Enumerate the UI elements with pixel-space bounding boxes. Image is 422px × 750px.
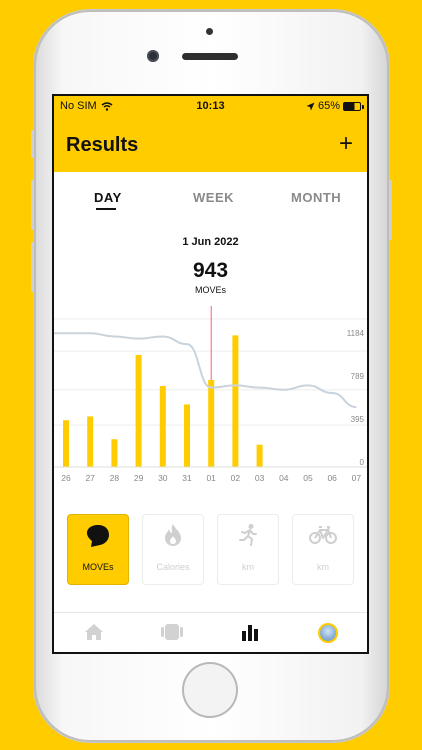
bar <box>232 335 239 467</box>
card-cycling-label: km <box>317 562 329 572</box>
x-tick-label: 04 <box>279 473 289 483</box>
battery-icon <box>343 101 364 111</box>
tabbar-home[interactable] <box>84 623 104 646</box>
selected-value: 943 <box>192 259 229 282</box>
moves-chart[interactable]: 0 395 789 1184 26 27 28 29 30 31 01 02 03 04 05 06 07 <box>54 300 367 490</box>
bar <box>87 416 94 467</box>
x-tick-label: 07 <box>352 473 362 483</box>
app-header: No SIM 10:13 65% Results + <box>54 96 367 172</box>
page-title: Results <box>66 134 139 156</box>
bar <box>208 379 215 467</box>
y-tick-label: 0 <box>360 458 365 467</box>
volume-down-button <box>31 242 34 292</box>
tabbar-profile[interactable] <box>318 623 338 648</box>
bar <box>135 354 142 467</box>
selected-date: 1 Jun 2022 <box>182 236 239 248</box>
x-tick-label: 31 <box>182 473 192 483</box>
card-cycling[interactable]: km <box>292 514 354 585</box>
card-running-label: km <box>242 562 254 572</box>
tab-month[interactable]: MONTH <box>291 190 341 205</box>
mute-switch <box>31 130 34 158</box>
card-running[interactable]: km <box>217 514 279 585</box>
y-tick-label: 395 <box>351 415 365 424</box>
tabbar-device[interactable] <box>161 623 183 646</box>
x-tick-label: 30 <box>158 473 168 483</box>
x-tick-label: 27 <box>85 473 95 483</box>
profile-icon <box>318 623 338 643</box>
home-icon <box>85 624 103 640</box>
flame-icon <box>165 524 181 546</box>
x-tick-label: 06 <box>327 473 337 483</box>
x-tick-label: 02 <box>231 473 241 483</box>
bottom-tab-bar <box>54 612 367 652</box>
stats-icon <box>242 625 258 641</box>
bar <box>159 385 166 467</box>
tabbar-stats[interactable] <box>241 623 259 646</box>
x-tick-label: 01 <box>206 473 216 483</box>
card-calories[interactable]: Calories <box>142 514 204 585</box>
proximity-sensor <box>206 28 213 35</box>
x-tick-label: 28 <box>110 473 120 483</box>
wearable-icon <box>161 624 183 640</box>
tab-week[interactable]: WEEK <box>193 190 234 205</box>
add-button[interactable]: + <box>339 132 353 156</box>
x-tick-label: 29 <box>134 473 144 483</box>
volume-up-button <box>31 180 34 230</box>
battery-percent: 65% <box>317 100 340 112</box>
active-tab-indicator <box>96 208 116 210</box>
location-arrow-icon <box>306 102 315 110</box>
power-button <box>389 180 392 240</box>
front-camera <box>147 50 159 62</box>
moves-icon <box>87 525 109 547</box>
bar <box>63 420 69 467</box>
card-moves[interactable]: MOVEs <box>67 514 129 585</box>
bar <box>184 404 190 467</box>
x-tick-label: 05 <box>303 473 313 483</box>
home-button[interactable] <box>182 662 238 718</box>
x-tick-label: 03 <box>255 473 265 483</box>
trend-line <box>54 332 357 409</box>
metric-cards: MOVEs Calories km km <box>54 514 367 586</box>
bicycle-icon <box>309 526 337 544</box>
period-tabs: DAY WEEK MONTH <box>54 182 367 212</box>
y-tick-label: 789 <box>351 372 365 381</box>
running-icon <box>239 524 257 546</box>
x-tick-label: 26 <box>61 473 71 483</box>
card-calories-label: Calories <box>156 562 190 572</box>
status-bar: No SIM 10:13 65% <box>54 96 367 116</box>
card-moves-label: MOVEs <box>82 562 114 572</box>
tab-day[interactable]: DAY <box>94 190 122 205</box>
bar <box>111 439 118 467</box>
selected-unit: MOVEs <box>194 285 226 295</box>
app-screen: No SIM 10:13 65% Results + DAY WEEK MONT… <box>52 94 369 654</box>
bar <box>256 444 263 467</box>
y-tick-label: 1184 <box>347 329 365 338</box>
earpiece-speaker <box>182 53 238 60</box>
